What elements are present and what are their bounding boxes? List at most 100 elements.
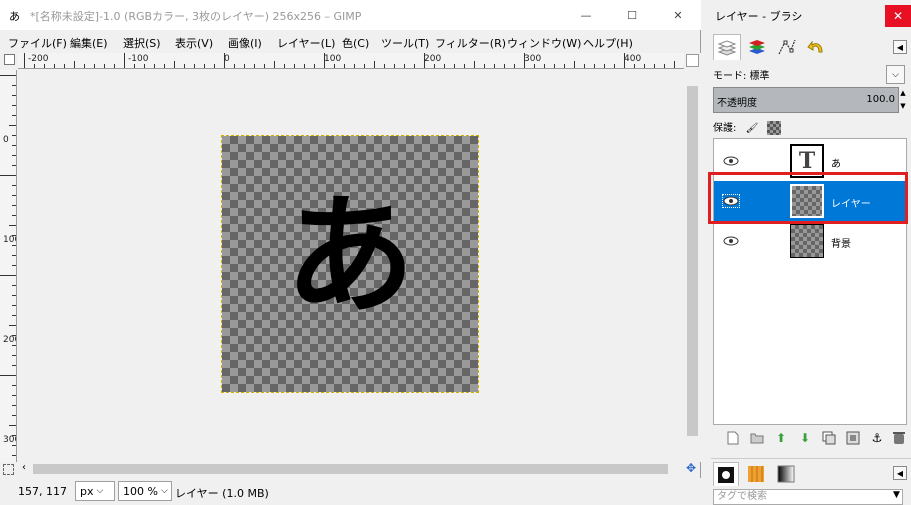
layer-name[interactable]: あ xyxy=(831,155,841,170)
tab-paths[interactable] xyxy=(773,34,801,60)
menu-view[interactable]: 表示(V) xyxy=(175,35,213,51)
vertical-scroll-thumb[interactable] xyxy=(687,86,698,436)
lock-pixels-icon[interactable]: 🖌 xyxy=(746,123,759,134)
pointer-coordinates: 157, 117 xyxy=(18,485,67,498)
ruler-tick xyxy=(0,75,16,76)
ruler-tick xyxy=(594,64,595,68)
eye-icon[interactable] xyxy=(722,234,740,248)
minimize-button[interactable]: — xyxy=(563,0,609,30)
spin-up-icon[interactable]: ▲ xyxy=(899,87,907,100)
eye-icon[interactable] xyxy=(722,194,740,208)
gradient-icon xyxy=(777,465,795,483)
vertical-scrollbar[interactable] xyxy=(684,53,701,462)
ruler-tick xyxy=(12,185,16,186)
zoom-select[interactable]: 100 % ⌵ xyxy=(118,481,172,501)
opacity-slider[interactable]: 不透明度 100.0 xyxy=(713,87,899,113)
navigate-move-icon[interactable]: ✥ xyxy=(686,461,696,475)
unit-select[interactable]: px ⌵ xyxy=(75,481,115,501)
menu-select[interactable]: 選択(S) xyxy=(123,35,161,51)
tab-gradients[interactable] xyxy=(773,462,799,486)
ruler-tick xyxy=(12,295,16,296)
scroll-left-icon[interactable]: ‹ xyxy=(22,462,26,473)
new-layer-icon[interactable] xyxy=(725,430,741,446)
ruler-tick xyxy=(12,85,16,86)
menu-image[interactable]: 画像(I) xyxy=(228,35,262,51)
ruler-tick xyxy=(334,64,335,68)
ruler-tick xyxy=(12,255,16,256)
menu-file[interactable]: ファイル(F) xyxy=(8,35,67,51)
maximize-button[interactable]: ☐ xyxy=(609,0,655,30)
ruler-tick xyxy=(12,105,16,106)
spin-down-icon[interactable]: ▼ xyxy=(899,100,907,113)
raise-layer-icon[interactable]: ⬆ xyxy=(773,430,789,446)
chevron-down-icon[interactable]: ▼ xyxy=(893,490,900,500)
ruler-tick xyxy=(294,64,295,68)
layer-row-layer[interactable]: レイヤー xyxy=(714,181,906,221)
tab-layers[interactable] xyxy=(713,34,741,60)
menu-layer[interactable]: レイヤー(L) xyxy=(277,35,335,51)
tab-channels[interactable] xyxy=(743,34,771,60)
horizontal-scroll-thumb[interactable] xyxy=(33,464,668,474)
opacity-spinner[interactable]: ▲ ▼ xyxy=(899,87,907,113)
app-icon: あ xyxy=(9,10,20,23)
tag-search-input[interactable]: タグで検索 xyxy=(713,489,903,505)
eye-icon[interactable] xyxy=(722,154,740,168)
layer-row-background[interactable]: 背景 xyxy=(714,221,906,261)
menu-bar: ファイル(F) 編集(E) 選択(S) 表示(V) 画像(I) レイヤー(L) … xyxy=(0,32,701,52)
ruler-tick xyxy=(204,64,205,68)
ruler-tick xyxy=(284,64,285,68)
ruler-tick xyxy=(12,305,16,306)
ruler-tick xyxy=(12,315,16,316)
brush-icon xyxy=(718,466,734,483)
delete-layer-icon[interactable] xyxy=(891,430,907,446)
layer-name[interactable]: レイヤー xyxy=(831,195,871,210)
ruler-tick xyxy=(634,64,635,68)
menu-filters[interactable]: フィルター(R) xyxy=(435,35,506,51)
layers-brushes-dock: レイヤー - ブラシ ✕ ◀ モード: 標準 ⌵ 不透明度 100.0 ▲ ▼ … xyxy=(705,0,911,505)
tab-undo-history[interactable] xyxy=(803,34,831,60)
ruler-tick xyxy=(494,64,495,68)
ruler-tick xyxy=(604,64,605,68)
lower-layer-icon[interactable]: ⬇ xyxy=(797,430,813,446)
selection-toggle-icon[interactable] xyxy=(3,464,14,475)
ruler-tick xyxy=(384,64,385,68)
menu-help[interactable]: ヘルプ(H) xyxy=(583,35,633,51)
duplicate-layer-icon[interactable] xyxy=(821,430,837,446)
mode-dropdown-button[interactable]: ⌵ xyxy=(886,65,905,84)
menu-windows[interactable]: ウィンドウ(W) xyxy=(507,35,581,51)
layer-name[interactable]: 背景 xyxy=(831,235,851,250)
menu-colors[interactable]: 色(C) xyxy=(342,35,369,51)
brush-dock-menu-arrow-icon[interactable]: ◀ xyxy=(893,466,907,480)
ruler-label: 400 xyxy=(624,54,642,64)
ruler-tick xyxy=(12,345,16,346)
ruler-tick xyxy=(0,275,16,276)
dock-menu-arrow-icon[interactable]: ◀ xyxy=(893,40,907,54)
ruler-tick xyxy=(664,64,665,68)
ruler-tick xyxy=(12,205,16,206)
gimp-image-window: あ *[名称未設定]-1.0 (RGBカラー, 3枚のレイヤー) 256x256… xyxy=(0,0,701,505)
dock-close-button[interactable]: ✕ xyxy=(885,5,911,27)
new-layer-group-icon[interactable] xyxy=(749,430,765,446)
layer-row-text[interactable]: T あ xyxy=(714,141,906,181)
ruler-tick xyxy=(534,64,535,68)
tab-patterns[interactable] xyxy=(743,462,769,486)
brushes-tab-row: ◀ xyxy=(711,458,911,486)
ruler-tick xyxy=(304,64,305,68)
ruler-tick xyxy=(12,445,16,446)
anchor-icon[interactable]: ⚓ xyxy=(869,430,885,446)
image-canvas[interactable]: あ xyxy=(18,70,684,462)
menu-tools[interactable]: ツール(T) xyxy=(381,35,429,51)
close-button[interactable]: ✕ xyxy=(655,0,701,30)
chevron-down-icon: ⌵ xyxy=(160,486,168,496)
tab-brushes[interactable] xyxy=(713,462,739,486)
horizontal-scrollbar[interactable]: ‹ xyxy=(18,462,684,476)
menu-edit[interactable]: 編集(E) xyxy=(70,35,108,51)
layer-mode[interactable]: モード: 標準 xyxy=(713,67,770,82)
navigate-icon[interactable] xyxy=(686,54,699,67)
merge-down-icon[interactable] xyxy=(845,430,861,446)
ruler-tick xyxy=(644,64,645,68)
image-layer-area[interactable]: あ xyxy=(221,135,479,393)
ruler-tick xyxy=(12,355,16,356)
lock-alpha-icon[interactable] xyxy=(767,121,782,135)
quick-mask-toggle[interactable] xyxy=(4,54,15,65)
